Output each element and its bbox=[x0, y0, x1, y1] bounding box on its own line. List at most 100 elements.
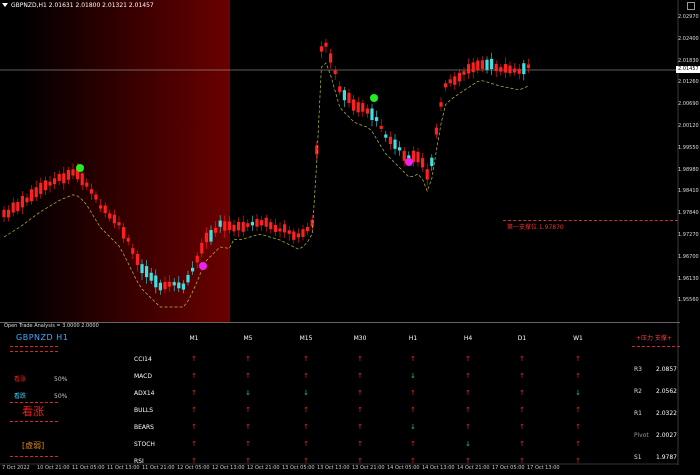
candle-body bbox=[462, 71, 466, 75]
candle-body bbox=[246, 223, 250, 227]
signal-text: 看涨 bbox=[22, 405, 44, 418]
pivot-value: 2.0857 bbox=[656, 366, 677, 373]
arrow-up-icon: ↑ bbox=[519, 355, 525, 363]
candle-body bbox=[126, 237, 130, 242]
chevron-down-icon[interactable] bbox=[2, 3, 8, 7]
candle-body bbox=[145, 266, 149, 278]
candle-body bbox=[158, 282, 162, 291]
current-price-label: 2.01457 bbox=[676, 66, 700, 73]
candle-body bbox=[85, 182, 89, 187]
panel-symbol: GBPNZD H1 bbox=[16, 333, 69, 342]
arrow-up-icon: ↑ bbox=[303, 355, 309, 363]
candle-body bbox=[71, 169, 75, 176]
arrow-up-icon: ↑ bbox=[465, 355, 471, 363]
candle-body bbox=[260, 220, 264, 226]
arrow-up-icon: ↑ bbox=[519, 457, 525, 465]
price-axis-label: 2.01260 bbox=[678, 79, 699, 86]
pivot-label: R1 bbox=[634, 410, 642, 417]
support-label: 第一支撑位 1.97870 bbox=[507, 224, 564, 231]
candle-body bbox=[11, 202, 15, 213]
arrow-up-icon: ↑ bbox=[191, 457, 197, 465]
candle-body bbox=[57, 173, 61, 181]
arrow-up-icon: ↑ bbox=[303, 406, 309, 414]
candle-body bbox=[526, 64, 530, 69]
price-axis-label: 1.97840 bbox=[678, 210, 699, 217]
time-axis-label: 13 Oct 13:00 bbox=[317, 465, 350, 471]
price-axis-label: 2.02970 bbox=[678, 14, 699, 20]
candle-body bbox=[347, 92, 351, 104]
candle-body bbox=[48, 181, 52, 186]
candle-body bbox=[402, 150, 406, 161]
candle-body bbox=[2, 209, 6, 218]
time-axis-label: 13 Oct 21:00 bbox=[352, 465, 385, 471]
candle-body bbox=[34, 187, 38, 198]
candle-body bbox=[25, 197, 29, 203]
time-axis-label: 13 Oct 05:00 bbox=[282, 465, 315, 471]
time-axis-label: 17 Oct 13:00 bbox=[527, 465, 560, 471]
chart-close-button[interactable] bbox=[687, 2, 695, 10]
candle-body bbox=[227, 221, 231, 230]
price-axis-label: 2.01830 bbox=[678, 57, 699, 64]
arrow-up-icon: ↑ bbox=[357, 423, 363, 431]
time-axis-label: 12 Oct 05:00 bbox=[177, 465, 210, 471]
price-chart[interactable] bbox=[0, 0, 700, 475]
timeframe-label: M5 bbox=[243, 335, 253, 342]
arrow-up-icon: ↑ bbox=[245, 440, 251, 448]
time-axis-label: 11 Oct 13:00 bbox=[107, 465, 140, 471]
candle-body bbox=[352, 99, 356, 111]
arrow-up-icon: ↑ bbox=[357, 389, 363, 397]
arrow-up-icon: ↑ bbox=[519, 372, 525, 380]
indicator-label: MACD bbox=[134, 373, 152, 380]
candle-body bbox=[467, 64, 471, 74]
arrow-up-icon: ↑ bbox=[357, 406, 363, 414]
candle-body bbox=[7, 209, 11, 218]
indicator-label: BEARS bbox=[134, 424, 154, 431]
candle-body bbox=[181, 283, 185, 290]
time-axis-label: 11 Oct 05:00 bbox=[72, 465, 105, 471]
arrow-down-icon: ↓ bbox=[410, 372, 416, 380]
candle-body bbox=[513, 68, 517, 73]
pivot-label: S1 bbox=[634, 454, 642, 461]
arrow-up-icon: ↑ bbox=[410, 440, 416, 448]
highlight-zone bbox=[20, 0, 230, 322]
arrow-down-icon: ↓ bbox=[410, 423, 416, 431]
candle-body bbox=[324, 42, 328, 47]
candle-body bbox=[131, 248, 135, 254]
candle-body bbox=[388, 136, 392, 145]
bear-percent-row: 看跌 50% bbox=[14, 393, 68, 400]
price-axis-label: 2.00690 bbox=[678, 101, 699, 108]
candle-body bbox=[232, 224, 236, 232]
timeframe-label: M15 bbox=[299, 335, 313, 342]
arrow-up-icon: ↑ bbox=[245, 457, 251, 465]
arrow-up-icon: ↑ bbox=[191, 440, 197, 448]
candle-body bbox=[319, 46, 323, 52]
arrow-up-icon: ↑ bbox=[575, 423, 581, 431]
candle-body bbox=[434, 127, 438, 135]
pivot-value: 2.0322 bbox=[656, 410, 677, 417]
candle-body bbox=[135, 253, 139, 266]
chart-header: GBPNZD,H1 2.01631 2.01800 2.01321 2.0145… bbox=[2, 0, 154, 12]
candle-body bbox=[16, 202, 20, 212]
candle-body bbox=[273, 225, 277, 232]
candle-body bbox=[421, 158, 425, 168]
candle-body bbox=[499, 67, 503, 72]
candle-body bbox=[103, 205, 107, 214]
candle-body bbox=[416, 151, 420, 163]
candle-body bbox=[43, 180, 47, 191]
candle-body bbox=[430, 157, 434, 167]
candle-body bbox=[204, 232, 208, 243]
arrow-up-icon: ↑ bbox=[519, 440, 525, 448]
time-axis-label: 12 Oct 21:00 bbox=[247, 465, 280, 471]
arrow-up-icon: ↑ bbox=[519, 406, 525, 414]
indicator-label: ADX14 bbox=[134, 390, 155, 397]
candle-body bbox=[361, 103, 365, 112]
bull-percent-row: 看涨 50% bbox=[14, 376, 68, 383]
candle-body bbox=[94, 194, 98, 200]
candle-body bbox=[365, 108, 369, 114]
arrow-up-icon: ↑ bbox=[465, 372, 471, 380]
candle-body bbox=[140, 264, 144, 274]
candle-body bbox=[191, 267, 195, 272]
timeframe-label: D1 bbox=[517, 335, 527, 342]
arrow-up-icon: ↑ bbox=[191, 355, 197, 363]
candle-body bbox=[112, 214, 116, 224]
